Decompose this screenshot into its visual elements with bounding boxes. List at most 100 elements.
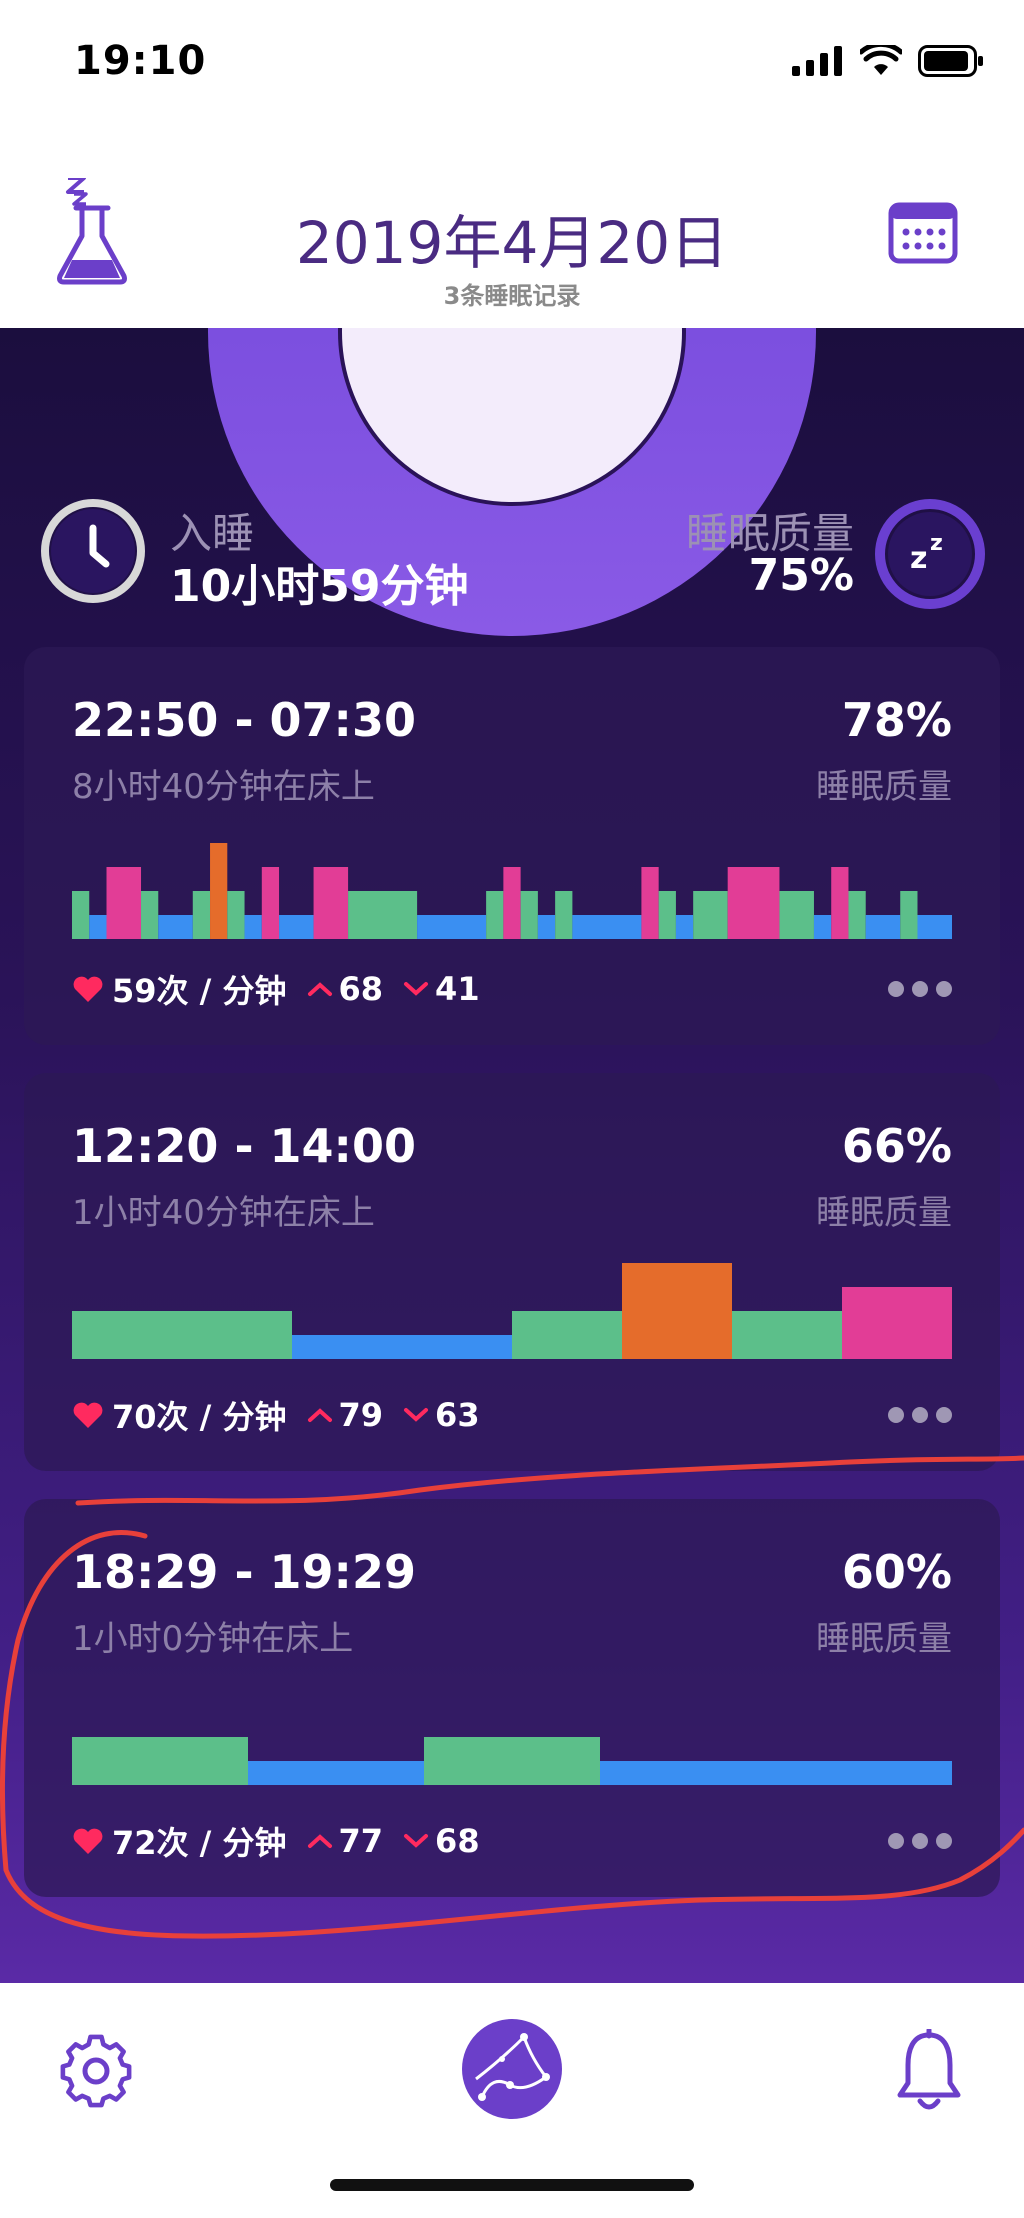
sleep-stage-deep-bar	[600, 1761, 776, 1785]
sleep-stage-rem-bar	[641, 867, 659, 939]
more-options-button[interactable]	[888, 1833, 952, 1849]
heart-rate-avg: 70次 / 分钟	[112, 1398, 287, 1436]
session-time-range: 22:50 - 07:30	[72, 693, 416, 747]
svg-text:z: z	[930, 531, 943, 556]
session-quality-label: 睡眠质量	[816, 767, 952, 807]
sleep-summary: 入睡 10小时59分钟 睡眠质量 75% z z	[0, 498, 1024, 618]
chevron-down-icon	[404, 1834, 429, 1848]
sleep-stage-light-bar	[900, 891, 918, 939]
heart-icon	[73, 1828, 103, 1854]
sleep-stage-deep-bar	[158, 915, 193, 939]
sleep-session-card[interactable]: 22:50 - 07:30 78% 8小时40分钟在床上 睡眠质量 59次 / …	[24, 647, 1000, 1045]
zzz-quality-icon: z z	[875, 499, 985, 609]
sleep-session-card[interactable]: 12:20 - 14:00 66% 1小时40分钟在床上 睡眠质量 70次 / …	[24, 1073, 1000, 1471]
session-time-range: 18:29 - 19:29	[72, 1545, 416, 1599]
sleep-stage-chart	[72, 839, 952, 939]
session-in-bed: 8小时40分钟在床上	[72, 767, 375, 807]
sleep-stage-awake-bar	[210, 843, 228, 939]
sleep-stage-light-bar	[424, 1737, 600, 1785]
sleep-stage-deep-bar	[865, 915, 901, 939]
battery-icon	[918, 45, 983, 77]
sleep-stage-light-bar	[486, 891, 504, 939]
heart-rate-min: 63	[435, 1396, 480, 1434]
sleep-stage-light-bar	[779, 891, 814, 939]
chevron-down-icon	[404, 982, 429, 996]
chevron-down-icon	[404, 1408, 429, 1422]
sleep-stage-rem-bar	[106, 867, 142, 939]
session-quality-label: 睡眠质量	[816, 1193, 952, 1233]
records-count: 3条睡眠记录	[443, 282, 581, 310]
heart-icon	[73, 976, 103, 1002]
sleep-stage-rem-bar	[831, 867, 849, 939]
heart-rate-avg: 72次 / 分钟	[112, 1824, 287, 1862]
sleep-main-panel: 入睡 10小时59分钟 睡眠质量 75% z z 22:50 - 07:30 7…	[0, 328, 1024, 1983]
chevron-up-icon	[307, 1408, 332, 1422]
calendar-icon[interactable]	[888, 202, 958, 264]
heart-rate-max: 77	[338, 1822, 384, 1860]
heart-rate-max: 68	[338, 970, 384, 1008]
more-options-button[interactable]	[888, 981, 952, 997]
clock-icon	[41, 499, 145, 603]
status-bar: 19:10	[0, 0, 1024, 120]
heart-rate-stats: 59次 / 分钟 68 41	[72, 969, 480, 1010]
sleep-stage-light-bar	[512, 1311, 622, 1359]
sleep-stage-rem-bar	[313, 867, 349, 939]
sleep-stage-rem-bar	[261, 867, 280, 939]
sleep-stage-light-bar	[72, 1737, 248, 1785]
sleep-stage-bars	[72, 1263, 952, 1359]
session-time-range: 12:20 - 14:00	[72, 1119, 416, 1173]
cellular-signal-icon	[792, 46, 842, 76]
sleep-stage-deep-bar	[248, 1761, 424, 1785]
sleep-stage-deep-bar	[279, 915, 314, 939]
asleep-value: 10小时59分钟	[170, 561, 469, 612]
sleep-stage-deep-bar	[417, 915, 487, 939]
sleep-stage-deep-bar	[244, 915, 262, 939]
sleep-stage-chart	[72, 1685, 952, 1785]
sleep-stage-rem-bar	[842, 1287, 952, 1359]
sleep-stage-deep-bar	[917, 915, 952, 939]
heart-rate-max: 79	[338, 1396, 384, 1434]
session-in-bed: 1小时0分钟在床上	[72, 1619, 354, 1659]
heart-rate-min: 41	[435, 970, 480, 1008]
sleep-stage-light-bar	[658, 891, 676, 939]
sleep-stage-light-bar	[72, 1311, 292, 1359]
sleep-stage-light-bar	[227, 891, 245, 939]
sleep-stage-deep-bar	[537, 915, 556, 939]
session-quality: 60%	[841, 1545, 952, 1599]
session-quality-label: 睡眠质量	[816, 1619, 952, 1659]
svg-text:z: z	[910, 541, 927, 576]
sleep-stage-light-bar	[848, 891, 866, 939]
sleep-stage-bars	[72, 1737, 952, 1785]
sleep-stage-deep-bar	[776, 1761, 952, 1785]
heart-rate-min: 68	[435, 1822, 480, 1860]
settings-gear-icon[interactable]	[58, 2033, 134, 2109]
sleep-stage-bars	[72, 843, 952, 939]
sleep-stage-deep-bar	[572, 915, 642, 939]
wifi-icon	[860, 45, 902, 75]
status-time: 19:10	[74, 38, 207, 84]
sleep-ring-center	[338, 328, 686, 506]
heart-rate-stats: 70次 / 分钟 79 63	[72, 1395, 480, 1436]
sleep-stage-light-bar	[348, 891, 418, 939]
sleep-stage-light-bar	[555, 891, 573, 939]
sleep-session-card[interactable]: 18:29 - 19:29 60% 1小时0分钟在床上 睡眠质量 72次 / 分…	[24, 1499, 1000, 1897]
heart-rate-avg: 59次 / 分钟	[112, 972, 287, 1010]
sleep-stage-deep-bar	[89, 915, 107, 939]
heart-rate-stats: 72次 / 分钟 77 68	[72, 1821, 480, 1862]
bottom-tab-bar	[0, 1983, 1024, 2218]
home-indicator	[330, 2179, 694, 2191]
session-in-bed: 1小时40分钟在床上	[72, 1193, 375, 1233]
sleep-stage-light-bar	[693, 891, 728, 939]
sleep-stage-light-bar	[520, 891, 538, 939]
alarm-bell-icon[interactable]	[894, 2029, 964, 2113]
sleep-stage-awake-bar	[622, 1263, 732, 1359]
sleep-stage-deep-bar	[292, 1335, 512, 1359]
sleep-stage-deep-bar	[675, 915, 694, 939]
sleep-stage-light-bar	[732, 1311, 842, 1359]
session-quality: 78%	[841, 693, 952, 747]
chevron-up-icon	[307, 1834, 332, 1848]
status-icons	[792, 44, 984, 78]
sleep-sounds-icon[interactable]	[462, 2019, 562, 2119]
more-options-button[interactable]	[888, 1407, 952, 1423]
sleep-stage-light-bar	[72, 891, 90, 939]
